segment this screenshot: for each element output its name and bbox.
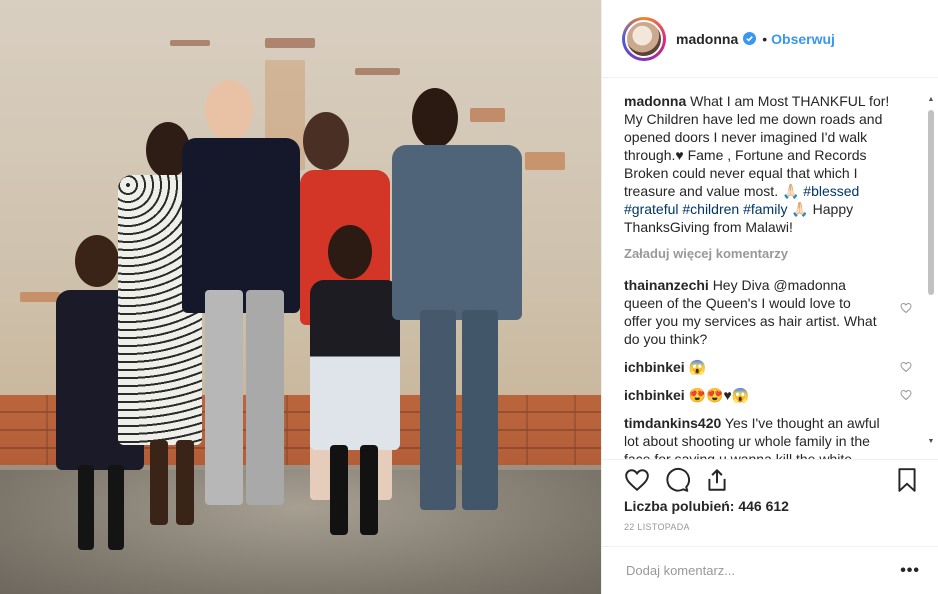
- like-comment-heart-icon[interactable]: [900, 361, 912, 373]
- verified-badge-icon: [743, 32, 757, 45]
- save-bookmark-icon[interactable]: [894, 467, 920, 493]
- wall-crack: [525, 152, 565, 170]
- comments-list: madonna What I am Most THANKFUL for! My …: [602, 78, 938, 459]
- header-separator: •: [762, 30, 768, 47]
- scroll-up-arrow-icon[interactable]: ▲: [927, 96, 935, 104]
- wall-crack: [355, 68, 400, 75]
- more-options-button[interactable]: •••: [900, 562, 920, 580]
- post-actions-bar: [602, 459, 938, 495]
- comment-username[interactable]: ichbinkei: [624, 359, 685, 375]
- hashtag-link[interactable]: #blessed: [803, 183, 859, 199]
- load-more-comments-link[interactable]: Załaduj więcej komentarzy: [624, 245, 910, 263]
- hashtag-link[interactable]: #children: [682, 201, 739, 217]
- post-header: madonna • Obserwuj: [602, 0, 938, 78]
- post-date[interactable]: 22 LISTOPADA: [624, 522, 690, 532]
- wall-crack: [470, 108, 505, 122]
- comment-text: 😍😍♥😱: [688, 387, 750, 403]
- comment-item: thainanzechi Hey Diva @madonna queen of …: [624, 276, 912, 348]
- follow-button[interactable]: Obserwuj: [771, 31, 835, 47]
- comment-bubble-icon[interactable]: [664, 467, 690, 493]
- share-upload-icon[interactable]: [704, 467, 730, 493]
- like-comment-heart-icon[interactable]: [900, 389, 912, 401]
- comment-username[interactable]: ichbinkei: [624, 387, 685, 403]
- comment-text: 😱: [688, 359, 707, 375]
- comment-username[interactable]: thainanzechi: [624, 277, 709, 293]
- avatar-ring[interactable]: [622, 16, 666, 61]
- likes-count[interactable]: Liczba polubień: 446 612: [624, 498, 789, 514]
- add-comment-input[interactable]: [624, 562, 901, 579]
- add-comment-bar: •••: [602, 546, 938, 594]
- instagram-post: madonna • Obserwuj madonna What I am Mos…: [0, 0, 938, 594]
- post-photo[interactable]: [0, 0, 601, 594]
- like-heart-icon[interactable]: [624, 467, 650, 493]
- comment-item: ichbinkei 😱: [624, 358, 912, 376]
- avatar[interactable]: [625, 19, 663, 58]
- scroll-down-arrow-icon[interactable]: ▼: [927, 438, 935, 446]
- wall-crack: [170, 40, 210, 46]
- comment-item: ichbinkei 😍😍♥😱: [624, 386, 912, 404]
- hashtag-link[interactable]: #grateful: [624, 201, 678, 217]
- post-side-panel: madonna • Obserwuj madonna What I am Mos…: [601, 0, 938, 594]
- like-comment-heart-icon[interactable]: [900, 302, 912, 314]
- caption: madonna What I am Most THANKFUL for! My …: [624, 92, 910, 236]
- wall-crack: [265, 38, 315, 48]
- hashtag-link[interactable]: #family: [743, 201, 787, 217]
- header-username[interactable]: madonna: [676, 31, 738, 47]
- caption-author[interactable]: madonna: [624, 93, 686, 109]
- comments-scrollbar[interactable]: ▲ ▼: [927, 96, 935, 446]
- scroll-thumb[interactable]: [928, 110, 934, 295]
- wall-crack: [20, 292, 60, 302]
- comment-username[interactable]: timdankins420: [624, 415, 721, 431]
- comment-item: timdankins420 Yes I've thought an awful …: [624, 414, 910, 459]
